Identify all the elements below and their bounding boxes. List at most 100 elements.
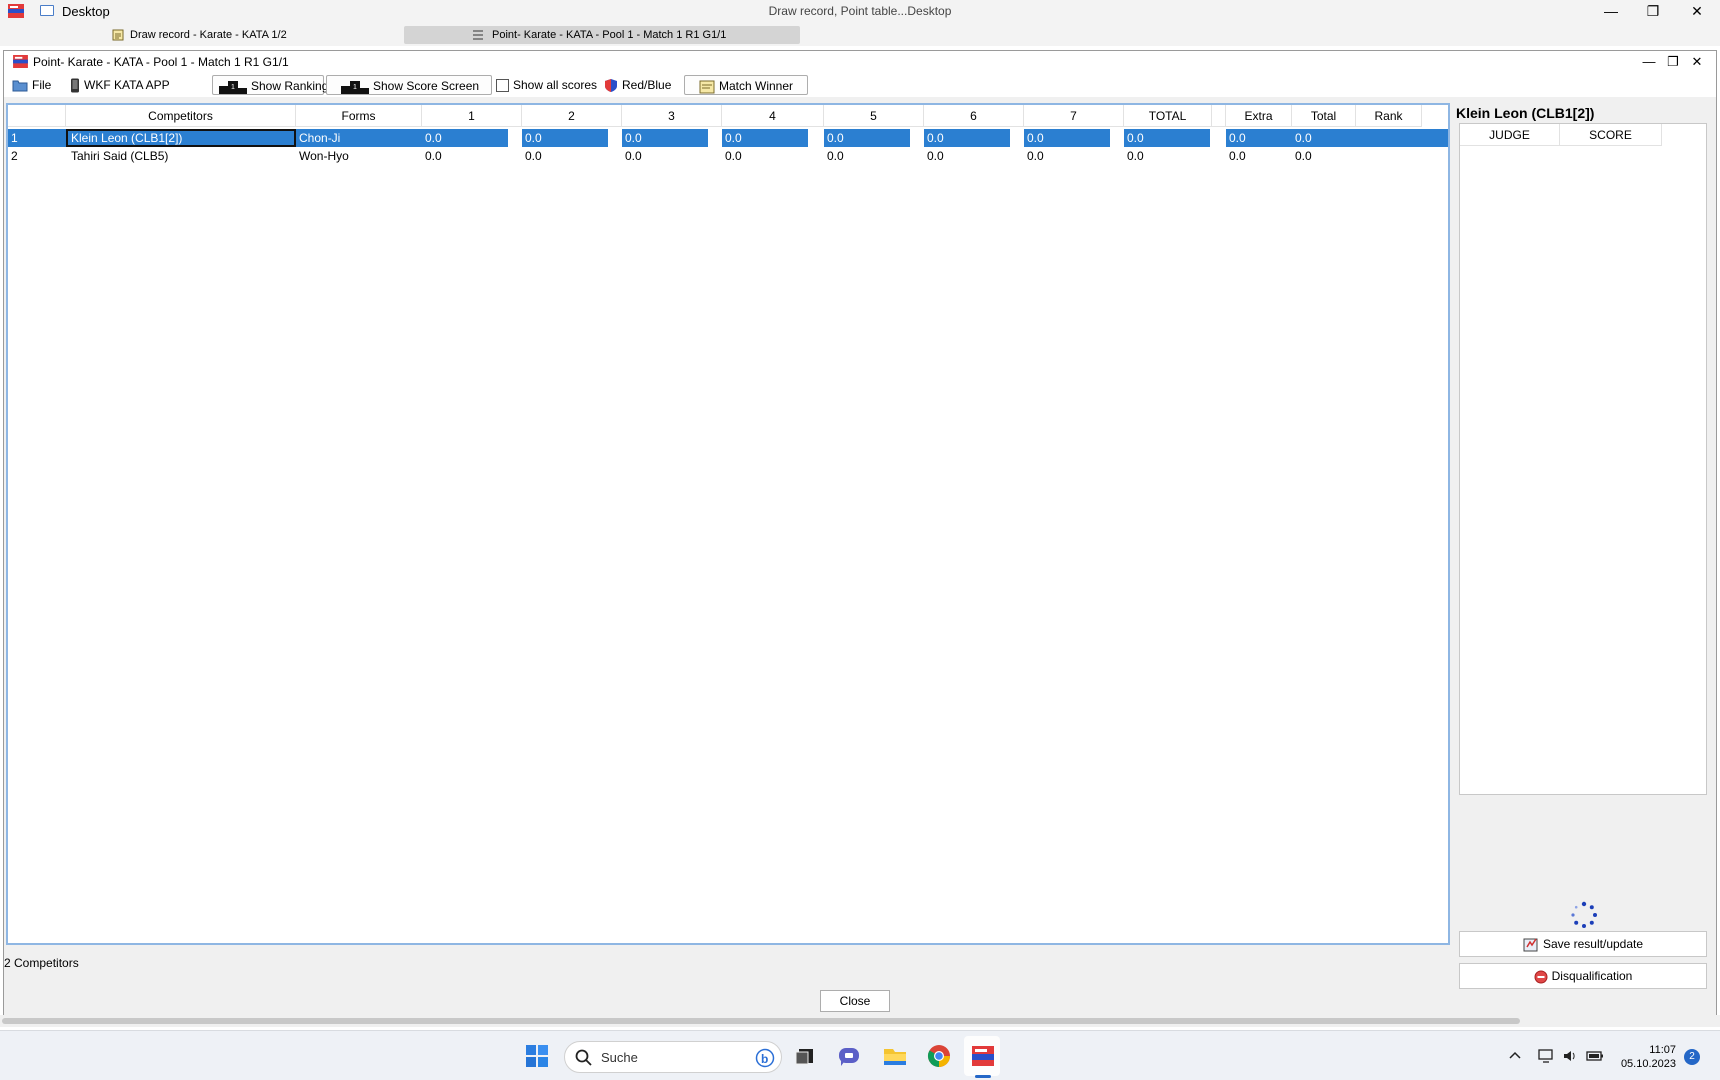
col-header-forms[interactable]: Forms (296, 105, 422, 127)
table-row[interactable]: 2 Tahiri Said (CLB5) Won-Hyo 0.0 0.0 0.0… (8, 147, 1448, 165)
cell-score-3[interactable]: 0.0 (622, 147, 708, 165)
col-header-extra[interactable]: Extra (1226, 105, 1292, 127)
col-header-score-2[interactable]: 2 (522, 105, 622, 127)
cell-form[interactable]: Won-Hyo (296, 147, 422, 165)
restore-button[interactable]: ❐ (1630, 0, 1676, 24)
save-result-button[interactable]: Save result/update (1459, 931, 1707, 957)
inner-minimize-button[interactable]: — (1638, 52, 1660, 72)
cell-score-6[interactable]: 0.0 (924, 147, 1010, 165)
shield-icon (605, 79, 617, 93)
inner-title-bar: Point- Karate - KATA - Pool 1 - Match 1 … (4, 51, 1716, 73)
cell-total[interactable]: 0.0 (1124, 147, 1210, 165)
tab-point-table[interactable]: Point- Karate - KATA - Pool 1 - Match 1 … (404, 26, 800, 44)
taskbar-search[interactable]: Suche b (564, 1041, 782, 1073)
checkbox-box[interactable] (496, 79, 509, 93)
cell-score-7[interactable]: 0.0 (1024, 129, 1110, 147)
col-header-score[interactable]: SCORE (1560, 124, 1662, 146)
cell-extra[interactable]: 0.0 (1226, 147, 1292, 165)
col-header-score-3[interactable]: 3 (622, 105, 722, 127)
col-header-score-7[interactable]: 7 (1024, 105, 1124, 127)
taskbar-clock[interactable]: 11:07 05.10.2023 (1612, 1043, 1676, 1071)
podium-icon: 1 (341, 80, 369, 94)
cell-no[interactable]: 2 (8, 147, 66, 165)
chrome-icon[interactable] (926, 1043, 952, 1069)
clock-date: 05.10.2023 (1620, 1058, 1676, 1070)
red-blue-toggle[interactable]: Red/Blue (604, 75, 671, 95)
minimize-button[interactable]: — (1588, 0, 1634, 24)
judge-score-table[interactable]: JUDGE SCORE (1459, 123, 1707, 795)
col-header-total2[interactable]: Total (1292, 105, 1356, 127)
col-header-blank[interactable] (1212, 105, 1226, 127)
list-icon (473, 30, 483, 40)
cell-score-4[interactable]: 0.0 (722, 129, 808, 147)
network-icon[interactable] (1538, 1048, 1556, 1064)
inner-restore-button[interactable]: ❐ (1662, 52, 1684, 72)
points-grid[interactable]: Competitors Forms 1 2 3 4 5 6 7 TOTAL Ex… (6, 103, 1450, 945)
horizontal-scrollbar[interactable] (0, 1015, 1720, 1027)
match-winner-button[interactable]: Match Winner (684, 75, 808, 95)
outer-title-bar: Desktop Draw record, Point table...Deskt… (0, 0, 1720, 24)
cell-score-6[interactable]: 0.0 (924, 129, 1010, 147)
cell-total2[interactable]: 0.0 (1292, 129, 1448, 147)
bing-icon: b (755, 1048, 775, 1068)
selected-competitor-name: Klein Leon (CLB1[2]) (1456, 105, 1595, 121)
cell-total2[interactable]: 0.0 (1292, 147, 1356, 165)
show-score-screen-button[interactable]: 1 Show Score Screen (326, 75, 492, 95)
cell-score-7[interactable]: 0.0 (1024, 147, 1110, 165)
cell-score-1[interactable]: 0.0 (422, 129, 508, 147)
col-header-no[interactable] (8, 105, 66, 127)
volume-icon[interactable] (1562, 1048, 1578, 1064)
chevron-up-icon[interactable] (1508, 1049, 1522, 1063)
cell-score-5[interactable]: 0.0 (824, 129, 910, 147)
document-tab-strip: Draw record - Karate - KATA 1/2 Point- K… (0, 24, 1720, 46)
notification-badge[interactable]: 2 (1684, 1049, 1700, 1065)
cell-score-2[interactable]: 0.0 (522, 147, 608, 165)
cell-score-2[interactable]: 0.0 (522, 129, 608, 147)
tab-label: Point- Karate - KATA - Pool 1 - Match 1 … (492, 29, 727, 41)
windows-start-icon[interactable] (524, 1043, 550, 1069)
battery-icon[interactable] (1586, 1048, 1604, 1064)
col-header-competitors[interactable]: Competitors (66, 105, 296, 127)
file-explorer-icon[interactable] (882, 1043, 908, 1069)
scrollbar-thumb[interactable] (2, 1018, 1520, 1024)
wkf-kata-app-button[interactable]: WKF KATA APP (70, 75, 170, 95)
cell-no[interactable]: 1 (8, 129, 66, 147)
cell-score-3[interactable]: 0.0 (622, 129, 708, 147)
draw-record-icon (112, 29, 124, 41)
active-app-indicator (975, 1075, 991, 1078)
show-all-scores-checkbox[interactable]: Show all scores (496, 75, 597, 95)
table-row[interactable]: 1 Klein Leon (CLB1[2]) Chon-Ji 0.0 0.0 0… (8, 129, 1448, 147)
col-header-total[interactable]: TOTAL (1124, 105, 1212, 127)
show-ranking-button[interactable]: 1 Show Ranking (212, 75, 328, 95)
karate-app-icon[interactable] (970, 1043, 996, 1069)
phone-icon (71, 78, 79, 93)
save-result-label: Save result/update (1542, 937, 1644, 951)
cell-score-1[interactable]: 0.0 (422, 147, 508, 165)
col-header-score-1[interactable]: 1 (422, 105, 522, 127)
cell-competitor[interactable]: Klein Leon (CLB1[2]) (66, 129, 296, 147)
close-button[interactable]: Close (820, 990, 890, 1012)
close-window-button[interactable]: ✕ (1674, 0, 1720, 24)
col-header-score-5[interactable]: 5 (824, 105, 924, 127)
cell-score-5[interactable]: 0.0 (824, 147, 910, 165)
inner-close-button[interactable]: ✕ (1686, 52, 1708, 72)
teams-chat-icon[interactable] (836, 1043, 862, 1069)
cell-competitor[interactable]: Tahiri Said (CLB5) (68, 147, 296, 165)
cell-total[interactable]: 0.0 (1124, 129, 1210, 147)
show-ranking-label: Show Ranking (251, 79, 329, 93)
svg-text:b: b (761, 1052, 768, 1066)
tab-draw-record[interactable]: Draw record - Karate - KATA 1/2 (108, 26, 328, 44)
cell-extra[interactable]: 0.0 (1226, 129, 1292, 147)
status-text: 2 Competitors (4, 956, 79, 970)
col-header-score-4[interactable]: 4 (722, 105, 824, 127)
cell-form[interactable]: Chon-Ji (296, 129, 422, 147)
disqualification-label: Disqualification (1551, 969, 1633, 983)
cell-score-4[interactable]: 0.0 (722, 147, 808, 165)
col-header-rank[interactable]: Rank (1356, 105, 1422, 127)
search-icon (575, 1049, 592, 1066)
file-menu[interactable]: File (12, 75, 51, 95)
col-header-score-6[interactable]: 6 (924, 105, 1024, 127)
col-header-judge[interactable]: JUDGE (1460, 124, 1560, 146)
task-view-icon[interactable] (792, 1043, 818, 1069)
disqualification-button[interactable]: Disqualification (1459, 963, 1707, 989)
